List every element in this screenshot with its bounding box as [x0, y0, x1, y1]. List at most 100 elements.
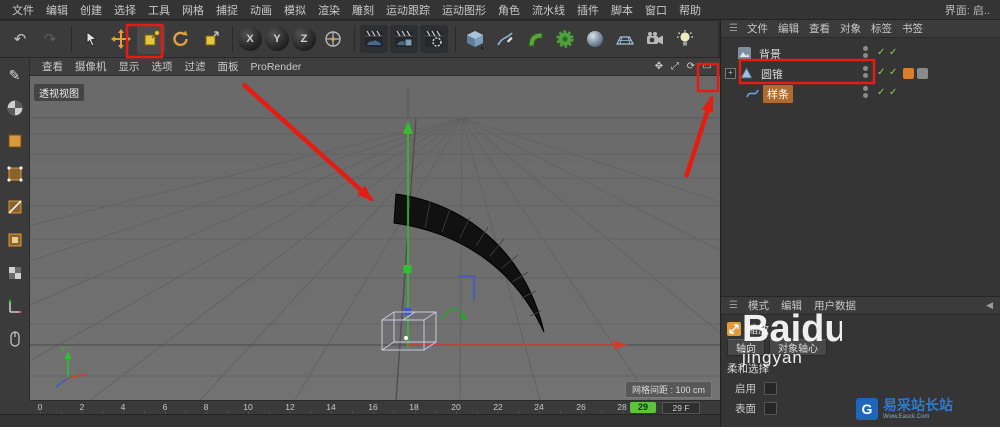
texture-ball-icon[interactable]: [3, 96, 27, 120]
pen-spline-icon[interactable]: [491, 24, 519, 54]
menu-sculpt[interactable]: 雕刻: [346, 2, 380, 18]
rotate-tool-icon[interactable]: [167, 24, 195, 54]
zoom-icon[interactable]: ⤢: [668, 60, 682, 74]
panel-menu-icon[interactable]: ☰: [725, 23, 742, 34]
bend-deformer-icon[interactable]: [521, 24, 549, 54]
menu-mograph[interactable]: 运动图形: [436, 2, 492, 18]
om-menu-bookmarks[interactable]: 书签: [897, 21, 928, 36]
texture-mode-icon[interactable]: [3, 261, 27, 285]
model-mode-icon[interactable]: [3, 129, 27, 153]
object-name[interactable]: 样条: [763, 84, 793, 103]
pan-icon[interactable]: ✥: [652, 60, 666, 74]
vp-menu-panel[interactable]: 面板: [212, 59, 245, 74]
attr-tab-userdata[interactable]: 用户数据: [808, 298, 862, 313]
enable-check-icon[interactable]: ✓: [877, 87, 885, 98]
live-select-icon[interactable]: [77, 24, 105, 54]
y-axis-lock-icon[interactable]: Y: [265, 27, 289, 51]
y-scale-handle[interactable]: [403, 265, 412, 273]
attr-tab-edit[interactable]: 编辑: [775, 298, 808, 313]
axis-option-button[interactable]: 轴向: [727, 339, 765, 356]
light-icon[interactable]: [671, 24, 699, 54]
visibility-dots[interactable]: [863, 86, 868, 98]
interface-selector[interactable]: 界面: 启..: [945, 2, 994, 18]
axis-mode-icon[interactable]: [3, 294, 27, 318]
convert-editable-icon[interactable]: ✎: [3, 63, 27, 87]
undo-icon[interactable]: ↶: [6, 24, 34, 54]
enable-check-icon[interactable]: ✓: [877, 47, 885, 58]
menu-help[interactable]: 帮助: [673, 2, 707, 18]
polygons-mode-icon[interactable]: [3, 228, 27, 252]
vp-menu-view[interactable]: 查看: [36, 59, 69, 74]
vp-menu-prorender[interactable]: ProRender: [245, 61, 308, 73]
menu-pipeline[interactable]: 流水线: [526, 2, 571, 18]
expand-toggle-icon[interactable]: +: [725, 68, 736, 79]
soft-selection-section[interactable]: 柔和选择: [727, 361, 769, 376]
toggle-view-icon[interactable]: ▭: [700, 60, 714, 74]
menu-character[interactable]: 角色: [492, 2, 526, 18]
collapse-panel-icon[interactable]: ◀: [986, 300, 997, 311]
menu-window[interactable]: 窗口: [639, 2, 673, 18]
menu-script[interactable]: 脚本: [605, 2, 639, 18]
points-mode-icon[interactable]: [3, 162, 27, 186]
menu-edit[interactable]: 编辑: [40, 2, 74, 18]
om-menu-view[interactable]: 查看: [804, 21, 835, 36]
object-name[interactable]: 背景: [755, 45, 785, 63]
object-row-background[interactable]: 背景 ✓ ✓: [723, 44, 999, 63]
current-frame-field[interactable]: 29 F: [662, 402, 700, 414]
menu-tools[interactable]: 工具: [142, 2, 176, 18]
render-settings-icon[interactable]: [420, 25, 448, 53]
coordinate-system-icon[interactable]: [319, 24, 347, 54]
timeline-ruler[interactable]: 0 2 4 6 8 10 12 14 16 18 20 22 24 26 28 …: [30, 400, 720, 415]
vp-menu-options[interactable]: 选项: [146, 59, 179, 74]
enable-check-icon[interactable]: ✓: [889, 67, 897, 78]
menu-simulate[interactable]: 模拟: [278, 2, 312, 18]
object-name[interactable]: 圆锥: [757, 65, 787, 83]
camera-icon[interactable]: [641, 24, 669, 54]
viewport-canvas[interactable]: Y 网格间距 : 100 cm: [30, 76, 720, 400]
redo-icon[interactable]: ↷: [36, 24, 64, 54]
enable-checkbox[interactable]: [764, 382, 777, 395]
phong-tag-icon[interactable]: [917, 68, 928, 79]
menu-create[interactable]: 创建: [74, 2, 108, 18]
menu-file[interactable]: 文件: [6, 2, 40, 18]
menu-motion-tracker[interactable]: 运动跟踪: [380, 2, 436, 18]
visibility-dots[interactable]: [863, 66, 868, 78]
object-row-cone[interactable]: + 圆锥 ✓ ✓: [723, 64, 999, 83]
move-tool-icon[interactable]: [107, 24, 135, 54]
simulate-icon[interactable]: [581, 24, 609, 54]
x-axis-lock-icon[interactable]: X: [238, 27, 262, 51]
last-used-tool-icon[interactable]: [197, 24, 225, 54]
material-tag-icon[interactable]: [903, 68, 914, 79]
floor-icon[interactable]: [611, 24, 639, 54]
menu-snap[interactable]: 捕捉: [210, 2, 244, 18]
scale-tool-icon[interactable]: [137, 24, 165, 54]
om-menu-objects[interactable]: 对象: [835, 21, 866, 36]
add-cube-icon[interactable]: [461, 24, 489, 54]
visibility-dots[interactable]: [863, 46, 868, 58]
om-menu-tags[interactable]: 标签: [866, 21, 897, 36]
render-picture-viewer-icon[interactable]: [390, 25, 418, 53]
enable-check-icon[interactable]: ✓: [889, 47, 897, 58]
menu-mesh[interactable]: 网格: [176, 2, 210, 18]
menu-animate[interactable]: 动画: [244, 2, 278, 18]
enable-check-icon[interactable]: ✓: [877, 67, 885, 78]
render-to-view-icon[interactable]: [360, 25, 388, 53]
menu-select[interactable]: 选择: [108, 2, 142, 18]
om-menu-file[interactable]: 文件: [742, 21, 773, 36]
panel-menu-icon[interactable]: ☰: [725, 300, 742, 311]
edges-mode-icon[interactable]: [3, 195, 27, 219]
orbit-icon[interactable]: ⟳: [684, 60, 698, 74]
z-axis-lock-icon[interactable]: Z: [292, 27, 316, 51]
menu-render[interactable]: 渲染: [312, 2, 346, 18]
mograph-icon[interactable]: [551, 24, 579, 54]
object-row-spline[interactable]: 样条 ✓ ✓: [723, 84, 999, 103]
viewport[interactable]: 查看 摄像机 显示 选项 过滤 面板 ProRender ✥ ⤢ ⟳ ▭ 透视视…: [30, 58, 720, 400]
vp-menu-filter[interactable]: 过滤: [179, 59, 212, 74]
object-axis-option-button[interactable]: 对象轴心: [769, 339, 827, 356]
mouse-icon[interactable]: [3, 327, 27, 351]
attr-tab-mode[interactable]: 模式: [742, 298, 775, 313]
vp-menu-cameras[interactable]: 摄像机: [69, 59, 113, 74]
surface-checkbox[interactable]: [764, 402, 777, 415]
vp-menu-display[interactable]: 显示: [113, 59, 146, 74]
enable-check-icon[interactable]: ✓: [889, 87, 897, 98]
